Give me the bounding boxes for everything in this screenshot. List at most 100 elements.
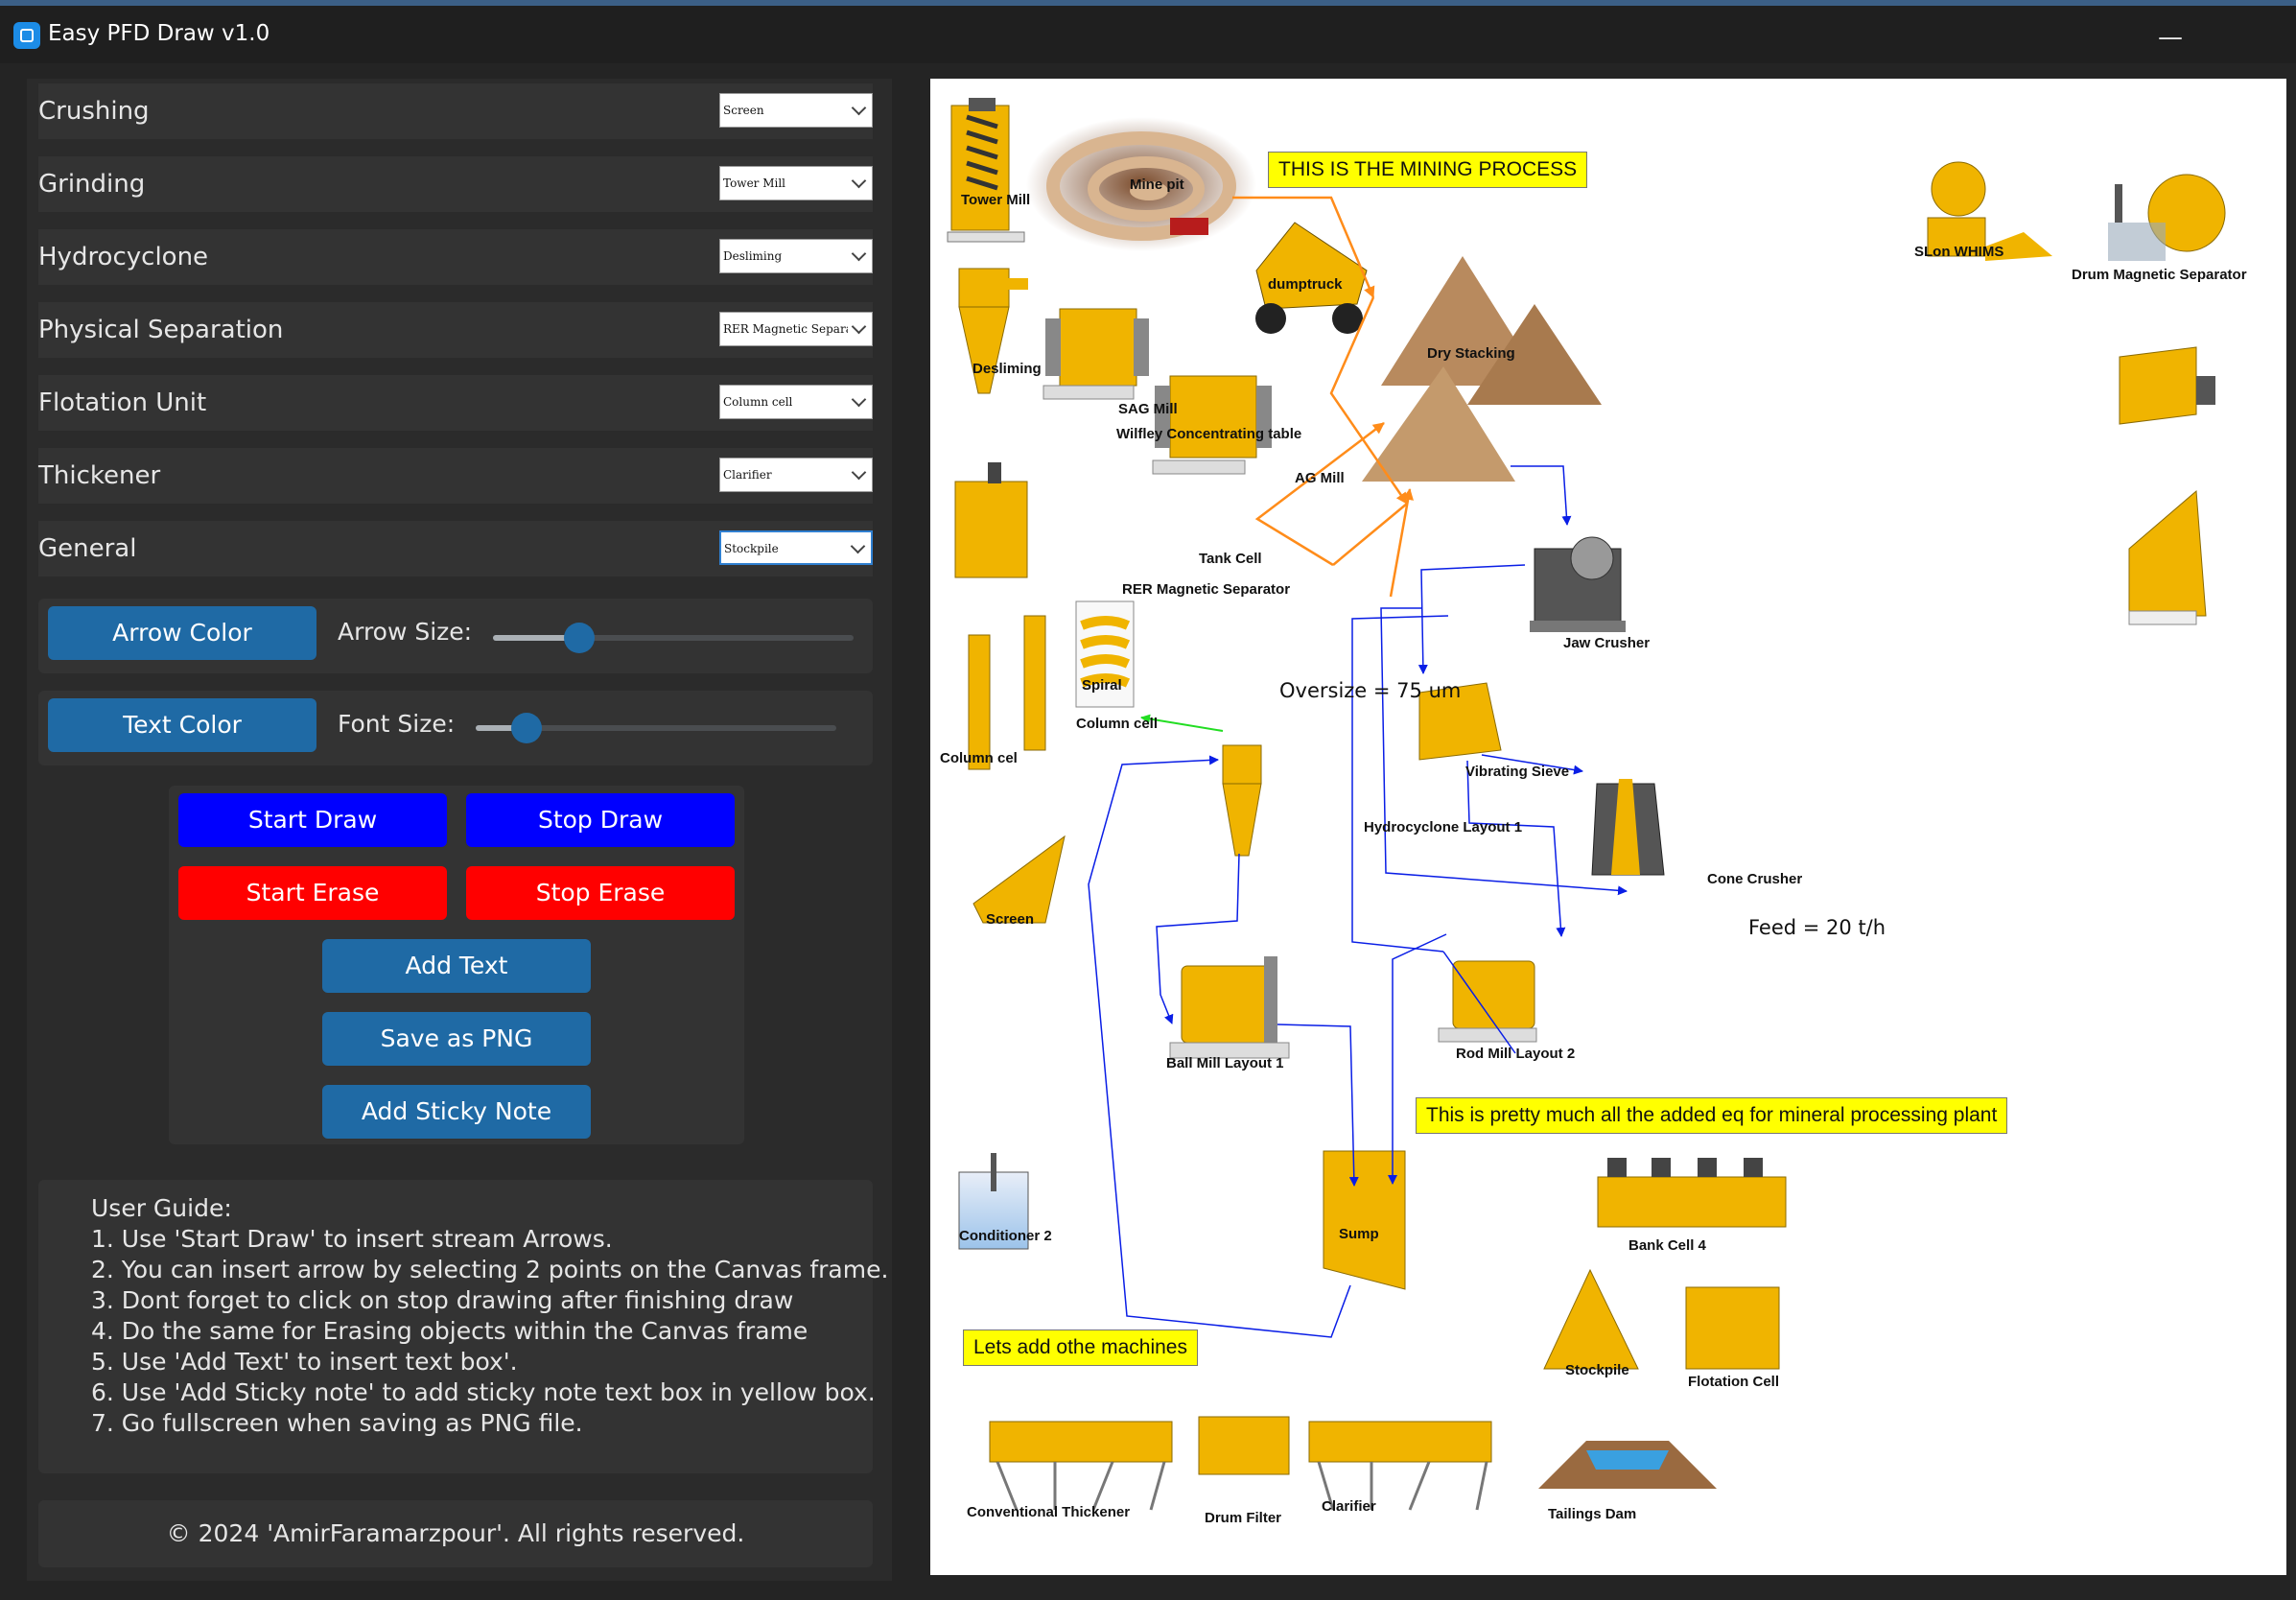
general-combobox[interactable]: Stockpile [719, 530, 873, 565]
add-sticky-note-button[interactable]: Add Sticky Note [322, 1085, 591, 1139]
clarifier-icon [1308, 1421, 1492, 1511]
start-erase-button[interactable]: Start Erase [178, 866, 447, 920]
equipment-label: Jaw Crusher [1563, 635, 1651, 651]
equipment-label: Spiral [1082, 677, 1122, 694]
arrow-settings: Arrow Color Arrow Size: [38, 599, 873, 673]
equipment-label: SAG Mill [1118, 401, 1178, 417]
user-guide: User Guide: 1. Use 'Start Draw' to inser… [38, 1180, 888, 1473]
chevron-down-icon [851, 246, 867, 262]
screen-icon [972, 835, 1066, 924]
category-row-thickener: Thickener Clarifier [38, 448, 873, 504]
ag-mill-icon [1152, 375, 1272, 475]
guide-line: 2. You can insert arrow by selecting 2 p… [91, 1256, 889, 1283]
category-row-general: General Stockpile [38, 521, 873, 576]
equipment-label: Conditioner 2 [959, 1228, 1052, 1244]
title-bar: Easy PFD Draw v1.0 — [0, 6, 2296, 63]
category-label: Flotation Unit [38, 388, 207, 417]
stop-draw-button[interactable]: Stop Draw [466, 793, 735, 847]
text-note[interactable]: Feed = 20 t/h [1748, 916, 1886, 939]
category-label: Thickener [38, 461, 161, 490]
category-label: Hydrocyclone [38, 243, 209, 271]
equipment-label: Screen [986, 911, 1035, 928]
equipment-label: Flotation Cell [1688, 1374, 1779, 1390]
combobox-value: RER Magnetic Separator [723, 322, 848, 336]
arrow-size-slider[interactable] [493, 623, 854, 653]
text-color-button[interactable]: Text Color [48, 698, 316, 752]
jaw-crusher-icon [1530, 536, 1626, 632]
app-icon [13, 22, 40, 49]
rer-separator-icon [2128, 489, 2207, 625]
combobox-value: Clarifier [723, 468, 772, 482]
sticky-note[interactable]: THIS IS THE MINING PROCESS [1268, 152, 1588, 188]
equipment-label: Desliming [972, 361, 1042, 377]
arrow-size-label: Arrow Size: [338, 618, 473, 646]
equipment-label: SLon WHIMS [1914, 244, 2004, 260]
grinding-combobox[interactable]: Tower Mill [719, 166, 873, 200]
equipment-label: Ball Mill Layout 1 [1166, 1055, 1284, 1071]
sticky-note[interactable]: This is pretty much all the added eq for… [1416, 1097, 2008, 1134]
equipment-label: AG Mill [1295, 470, 1345, 486]
add-text-button[interactable]: Add Text [322, 939, 591, 993]
combobox-value: Screen [723, 104, 764, 117]
guide-line: 3. Dont forget to click on stop drawing … [91, 1286, 794, 1314]
hydrocyclone-combobox[interactable]: Desliming [719, 239, 873, 273]
rod-mill-icon [1438, 960, 1537, 1043]
combobox-value: Desliming [723, 249, 783, 263]
equipment-label: Dry Stacking [1427, 345, 1515, 362]
sag-mill-icon [1043, 308, 1149, 400]
text-note[interactable]: Oversize = 75 um [1279, 679, 1461, 702]
dry-stacking-icon [1362, 256, 1602, 482]
equipment-label: Drum Magnetic Separator [2072, 267, 2247, 283]
hydrocyclone-icon [1222, 744, 1262, 857]
equipment-label: dumptruck [1268, 276, 1343, 293]
flotation-unit-combobox[interactable]: Column cell [719, 385, 873, 419]
equipment-label: Stockpile [1565, 1362, 1629, 1378]
chevron-down-icon [851, 464, 867, 481]
category-label: Grinding [38, 170, 146, 199]
category-row-hydrocyclone: Hydrocyclone Desliming [38, 229, 873, 285]
stop-erase-button[interactable]: Stop Erase [466, 866, 735, 920]
sticky-note[interactable]: Lets add othe machines [963, 1329, 1198, 1366]
equipment-label: Tailings Dam [1548, 1506, 1637, 1522]
window-title: Easy PFD Draw v1.0 [48, 21, 270, 46]
guide-line: 1. Use 'Start Draw' to insert stream Arr… [91, 1225, 613, 1253]
category-label: Crushing [38, 97, 150, 126]
chevron-down-icon [851, 391, 867, 408]
equipment-label: Rod Mill Layout 2 [1456, 1046, 1576, 1062]
action-buttons: Start Draw Stop Draw Start Erase Stop Er… [169, 786, 744, 1144]
combobox-value: Tower Mill [723, 176, 786, 190]
app-window: Crushing Screen Grinding Tower Mill Hydr… [0, 63, 2296, 1600]
equipment-label: Hydrocyclone Layout 1 [1364, 819, 1523, 835]
guide-line: 5. Use 'Add Text' to insert text box'. [91, 1348, 518, 1376]
text-settings: Text Color Font Size: [38, 691, 873, 765]
crushing-combobox[interactable]: Screen [719, 93, 873, 128]
arrow-color-button[interactable]: Arrow Color [48, 606, 316, 660]
combobox-value: Stockpile [724, 542, 779, 555]
equipment-label: Tower Mill [961, 192, 1031, 208]
physical-separation-combobox[interactable]: RER Magnetic Separator [719, 312, 873, 346]
footer: © 2024 'AmirFaramarzpour'. All rights re… [38, 1500, 873, 1567]
start-draw-button[interactable]: Start Draw [178, 793, 447, 847]
category-row-crushing: Crushing Screen [38, 83, 873, 139]
conventional-thickener-icon [989, 1421, 1173, 1511]
equipment-label: Column cell [1076, 716, 1159, 732]
wilfley-table-icon [2119, 346, 2215, 425]
equipment-label: Cone Crusher [1707, 871, 1803, 887]
equipment-label: Tank Cell [1199, 551, 1262, 567]
font-size-slider[interactable] [476, 713, 836, 743]
save-png-button[interactable]: Save as PNG [322, 1012, 591, 1066]
category-label: Physical Separation [38, 316, 284, 344]
equipment-label: Clarifier [1322, 1498, 1376, 1515]
equipment-label: Drum Filter [1205, 1510, 1282, 1526]
slider-handle[interactable] [511, 713, 542, 743]
copyright-text: © 2024 'AmirFaramarzpour'. All rights re… [166, 1519, 745, 1547]
drawing-canvas[interactable]: THIS IS THE MINING PROCESS This is prett… [930, 79, 2286, 1575]
equipment-label: Bank Cell 4 [1628, 1237, 1706, 1254]
equipment-label: Vibrating Sieve [1465, 764, 1570, 780]
thickener-combobox[interactable]: Clarifier [719, 458, 873, 492]
equipment-label: Column cel [940, 750, 1018, 766]
chevron-down-icon [851, 100, 867, 116]
slider-handle[interactable] [564, 623, 595, 653]
chevron-down-icon [851, 318, 867, 335]
column-cell-icon [968, 615, 1046, 770]
